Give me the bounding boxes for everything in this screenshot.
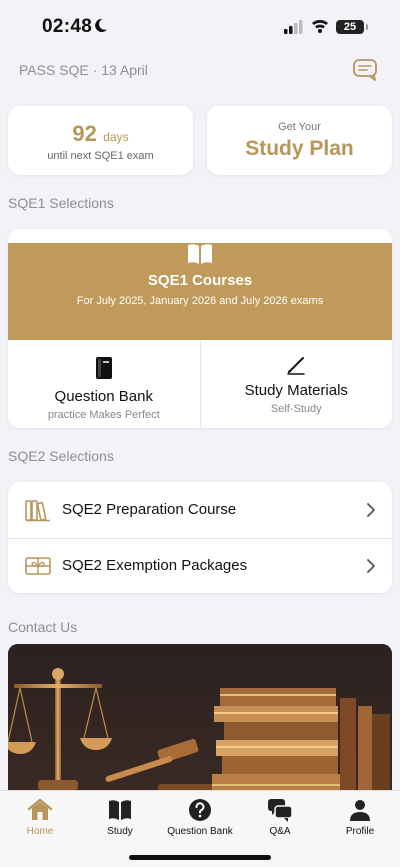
tab-study[interactable]: Study — [80, 797, 160, 837]
book-icon — [109, 800, 131, 820]
sqe1-selections: SQE1 Courses For July 2025, January 2026… — [8, 229, 392, 428]
tab-qa-label: Q&A — [269, 826, 291, 837]
study-materials-title: Study Materials — [244, 382, 348, 399]
books-icon — [25, 499, 50, 522]
sqe2-section-label: SQE2 Selections — [8, 448, 114, 464]
contact-section-label: Contact Us — [8, 619, 78, 635]
chevron-right-icon — [367, 502, 375, 517]
countdown-subtitle: until next SQE1 exam — [47, 150, 154, 162]
sqe2-preparation-course-label: SQE2 Preparation Course — [62, 501, 237, 519]
sqe1-courses-subtitle: For July 2025, January 2026 and July 202… — [76, 295, 324, 307]
tab-profile-label: Profile — [345, 826, 375, 837]
question-bank-title: Question Bank — [54, 388, 153, 405]
page-title: PASS SQE · 13 April — [19, 62, 148, 78]
chevron-right-icon — [367, 558, 375, 573]
tab-question-bank[interactable]: Question Bank — [160, 797, 240, 837]
study-plan-button[interactable]: Get Your Study Plan — [207, 106, 392, 175]
days-unit: days — [103, 130, 129, 144]
question-bank-button[interactable]: Question Bank practice Makes Perfect — [8, 340, 200, 428]
exam-countdown-card: 92 days until next SQE1 exam — [8, 106, 193, 175]
cellular-signal-icon — [284, 20, 303, 34]
home-icon — [27, 798, 53, 820]
status-bar: 02:48 25 — [0, 0, 400, 54]
sqe2-exemption-packages-item[interactable]: SQE2 Exemption Packages — [8, 537, 392, 594]
law-illustration — [8, 644, 392, 804]
gift-card-icon — [25, 556, 51, 575]
tab-home-label: Home — [26, 826, 54, 837]
study-materials-subtitle: Self-Study — [270, 403, 322, 415]
study-materials-button[interactable]: Study Materials Self-Study — [199, 340, 393, 428]
question-bank-subtitle: practice Makes Perfect — [47, 409, 160, 421]
tab-study-label: Study — [107, 826, 133, 837]
contact-banner-image[interactable] — [8, 644, 392, 804]
tab-profile[interactable]: Profile — [320, 797, 400, 837]
sqe1-courses-button[interactable]: SQE1 Courses For July 2025, January 2026… — [8, 243, 392, 340]
chat-bubbles-icon — [268, 799, 293, 822]
chat-icon[interactable] — [352, 58, 380, 82]
pencil-icon — [287, 357, 305, 375]
days-count: 92 — [72, 121, 97, 146]
closed-book-icon — [95, 357, 112, 379]
open-book-icon — [188, 244, 212, 264]
battery-icon: 25 — [336, 20, 368, 34]
sqe2-exemption-packages-label: SQE2 Exemption Packages — [62, 557, 248, 575]
question-icon — [189, 799, 211, 821]
study-plan-top-label: Get Your — [278, 121, 321, 133]
tab-question-bank-label: Question Bank — [167, 826, 233, 837]
home-indicator — [129, 855, 271, 860]
tab-qa[interactable]: Q&A — [240, 797, 320, 837]
sqe2-selections: SQE2 Preparation Course SQE2 Exemption P… — [8, 482, 392, 593]
wifi-icon — [312, 19, 328, 33]
status-time: 02:48 — [42, 16, 93, 37]
sqe1-section-label: SQE1 Selections — [8, 195, 114, 211]
tab-home[interactable]: Home — [0, 797, 80, 837]
study-plan-label: Study Plan — [245, 137, 354, 160]
moon-icon — [95, 18, 108, 33]
sqe2-preparation-course-item[interactable]: SQE2 Preparation Course — [8, 482, 392, 538]
sqe1-courses-title: SQE1 Courses — [147, 272, 253, 289]
person-icon — [350, 800, 370, 821]
